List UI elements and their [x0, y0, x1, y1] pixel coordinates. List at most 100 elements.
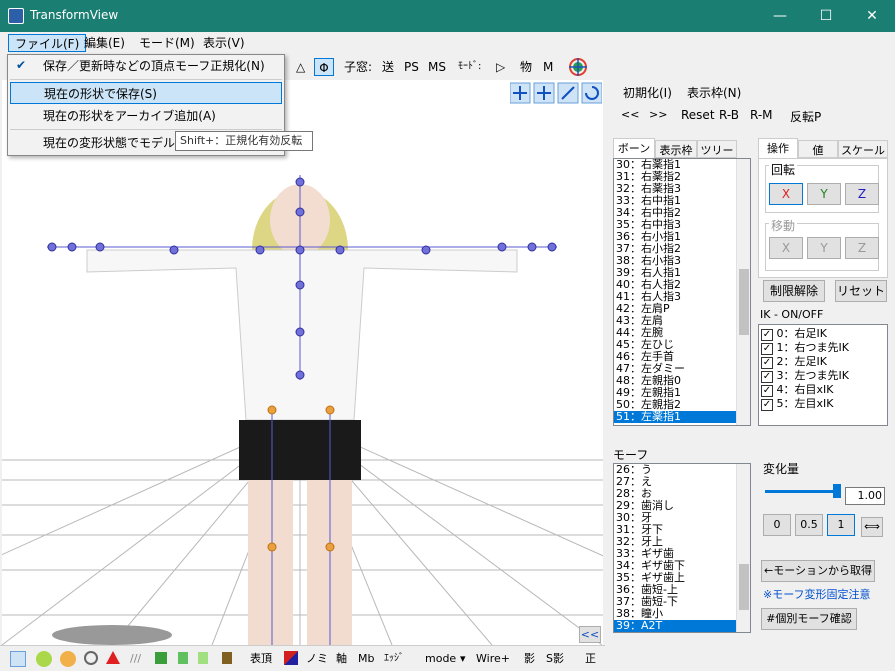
- swap-icon[interactable]: ⟺: [861, 517, 883, 537]
- move-y-button[interactable]: Y: [807, 237, 841, 259]
- amount-label: 変化量: [763, 462, 800, 476]
- tab-display-frame[interactable]: 表示枠: [655, 140, 697, 158]
- bone-list[interactable]: 30：右薬指1 31：右薬指2 32：右薬指3 33：右中指1 34：右中指2 …: [613, 158, 751, 426]
- checkbox[interactable]: ✓: [761, 385, 773, 397]
- init-menu[interactable]: 初期化(I): [623, 84, 672, 101]
- bottom-toolbar: /// 表頂 ノミ 軸 Mb ｴｯｼﾞ mode ▾ Wire+ 影 S影 正: [0, 645, 605, 671]
- tab-tree[interactable]: ツリー: [697, 140, 737, 158]
- ps-button[interactable]: PS: [404, 58, 419, 76]
- get-from-motion-button[interactable]: ←モーションから取得: [761, 560, 875, 582]
- amount-slider[interactable]: [765, 484, 841, 498]
- reset-rotation-button[interactable]: リセット: [835, 280, 887, 302]
- move-z-button[interactable]: Z: [845, 237, 879, 259]
- tab-operation[interactable]: 操作: [758, 138, 798, 158]
- target-icon[interactable]: [568, 57, 588, 77]
- tab-value[interactable]: 値: [798, 140, 838, 158]
- bone-mode-icon[interactable]: [36, 651, 52, 667]
- mb-button[interactable]: Mb: [358, 650, 374, 668]
- ik-item[interactable]: ✓ 2：左足IK: [761, 355, 885, 369]
- scrollbar[interactable]: [736, 159, 750, 425]
- move-x-button[interactable]: X: [769, 237, 803, 259]
- rb-button[interactable]: R-B: [719, 108, 739, 122]
- menu-mode[interactable]: モード(M): [133, 34, 201, 52]
- flip-pose-button[interactable]: 反転P: [790, 108, 821, 125]
- color-icon[interactable]: [284, 651, 298, 665]
- triangle-mode-icon[interactable]: [106, 651, 120, 664]
- no-button[interactable]: ノミ: [306, 650, 328, 668]
- front-view-button[interactable]: 正: [585, 650, 596, 668]
- m-button[interactable]: M: [543, 58, 553, 76]
- list-item-selected[interactable]: 39：A2T: [614, 620, 750, 632]
- list-item-selected[interactable]: 51：左薬指1: [614, 411, 750, 423]
- ik-mode-icon[interactable]: [60, 651, 76, 667]
- rotate-x-button[interactable]: X: [769, 183, 803, 205]
- material-icon[interactable]: [155, 652, 167, 664]
- top-vertex-button[interactable]: 表頂: [250, 650, 272, 668]
- joint-icon[interactable]: [198, 652, 208, 664]
- ik-item[interactable]: ✓ 1：右つま先IK: [761, 341, 885, 355]
- checkbox[interactable]: ✓: [761, 329, 773, 341]
- menu-item-save-current[interactable]: 現在の形状で保存(S): [10, 82, 282, 104]
- play-button[interactable]: ▷: [496, 58, 505, 76]
- view-frame-menu[interactable]: 表示枠(N): [687, 84, 741, 101]
- maximize-button[interactable]: ☐: [803, 0, 849, 32]
- amount-input[interactable]: 1.00: [845, 487, 885, 505]
- amount-0-button[interactable]: 0: [763, 514, 791, 536]
- body-icon[interactable]: [178, 652, 188, 664]
- close-button[interactable]: ✕: [849, 0, 895, 32]
- prev-button[interactable]: <<: [621, 108, 639, 121]
- point-mode-icon[interactable]: [84, 651, 98, 665]
- physics-button[interactable]: 物: [520, 58, 532, 76]
- edge-button[interactable]: ｴｯｼﾞ: [384, 650, 404, 668]
- ms-button[interactable]: MS: [428, 58, 446, 76]
- amount-half-button[interactable]: 0.5: [795, 514, 823, 536]
- mode-dropdown[interactable]: mode: [425, 650, 456, 668]
- menu-item-normalize[interactable]: 保存／更新時などの頂点モーフ正規化(N): [10, 55, 282, 77]
- morph-list[interactable]: 26：う 27：え 28：お 29：歯消し 30：牙 31：牙下 32：牙上 3…: [613, 463, 751, 633]
- chevron-down-icon[interactable]: ▾: [460, 650, 466, 668]
- ik-item[interactable]: ✓ 0：右足IK: [761, 327, 885, 341]
- axis-button[interactable]: 軸: [336, 650, 347, 668]
- wire-button[interactable]: Wire+: [476, 650, 510, 668]
- hatch-icon[interactable]: ///: [130, 650, 141, 668]
- reset-button[interactable]: Reset: [681, 108, 715, 122]
- collapse-panel-button[interactable]: <<: [579, 626, 601, 643]
- self-shadow-button[interactable]: S影: [546, 650, 564, 668]
- ik-label: 0：右足IK: [776, 327, 827, 340]
- scrollbar-thumb[interactable]: [739, 269, 749, 335]
- tab-scale[interactable]: スケール: [838, 140, 888, 158]
- scrollbar-thumb[interactable]: [739, 564, 749, 610]
- ik-item[interactable]: ✓ 4：右目xIK: [761, 383, 885, 397]
- texture-icon[interactable]: [222, 652, 232, 664]
- phi-button[interactable]: Φ: [314, 58, 334, 76]
- menu-item-model-state[interactable]: 現在の変形状態でモデル形: [10, 132, 180, 154]
- slider-thumb[interactable]: [833, 484, 841, 498]
- individual-morph-button[interactable]: #個別モーフ確認: [761, 608, 857, 630]
- next-button[interactable]: >>: [649, 108, 667, 121]
- rotate-z-button[interactable]: Z: [845, 183, 879, 205]
- menu-edit[interactable]: 編集(E): [78, 34, 131, 52]
- triangle-button[interactable]: △: [296, 58, 305, 76]
- view-control-icons[interactable]: [509, 82, 603, 104]
- checkbox[interactable]: ✓: [761, 357, 773, 369]
- ik-list: ✓ 0：右足IK ✓ 1：右つま先IK ✓ 2：左足IK ✓ 3：左つま先IK …: [758, 324, 888, 426]
- menu-item-archive-add[interactable]: 現在の形状をアーカイブ追加(A): [10, 105, 282, 127]
- select-mode-icon[interactable]: [10, 651, 26, 667]
- checkbox[interactable]: ✓: [761, 371, 773, 383]
- send-button[interactable]: 送: [382, 58, 394, 76]
- shadow-button[interactable]: 影: [524, 650, 535, 668]
- checkbox[interactable]: ✓: [761, 343, 773, 355]
- unlimit-button[interactable]: 制限解除: [763, 280, 825, 302]
- menu-view[interactable]: 表示(V): [197, 34, 251, 52]
- ik-item[interactable]: ✓ 5：左目xIK: [761, 397, 885, 411]
- amount-1-button[interactable]: 1: [827, 514, 855, 536]
- scrollbar[interactable]: [736, 464, 750, 632]
- rm-button[interactable]: R-M: [750, 108, 773, 122]
- menu-file[interactable]: ファイル(F): [8, 34, 87, 52]
- rotate-y-button[interactable]: Y: [807, 183, 841, 205]
- minimize-button[interactable]: —: [757, 0, 803, 32]
- tab-bone[interactable]: ボーン: [613, 138, 655, 158]
- ik-item[interactable]: ✓ 3：左つま先IK: [761, 369, 885, 383]
- 3d-viewport[interactable]: <<: [2, 80, 603, 645]
- checkbox[interactable]: ✓: [761, 399, 773, 411]
